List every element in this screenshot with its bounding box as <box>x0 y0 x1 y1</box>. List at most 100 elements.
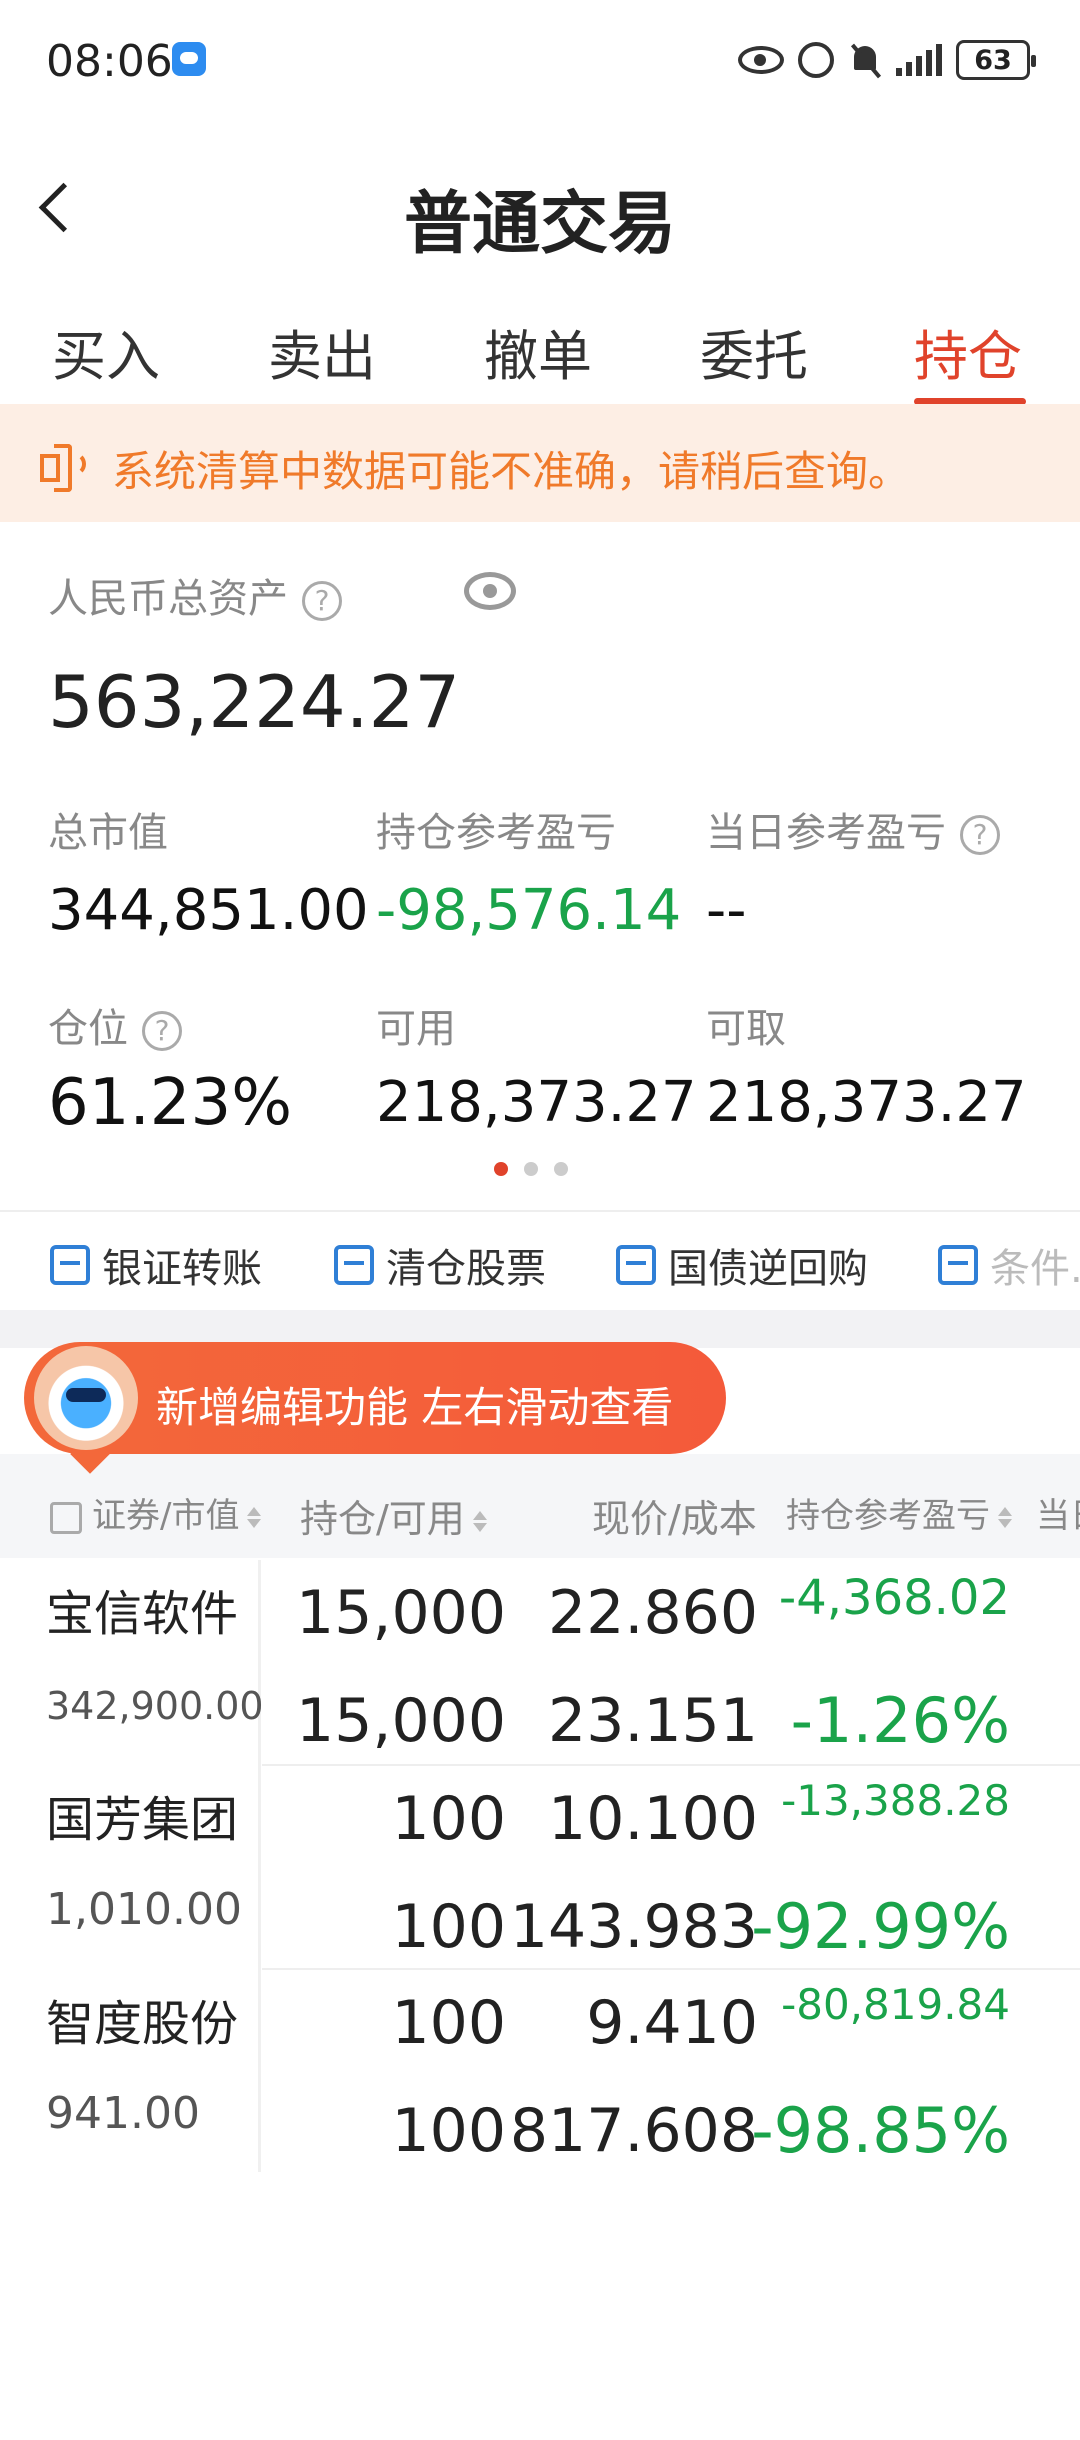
notice-text: 系统清算中数据可能不准确，请稍后查询。 <box>112 447 911 496</box>
stock-price: 10.100 <box>548 1784 758 1854</box>
stock-holding: 15,000 <box>296 1578 506 1648</box>
stock-price: 9.410 <box>586 1988 758 2058</box>
weather-app-icon <box>172 42 206 76</box>
transfer-icon <box>50 1245 90 1285</box>
edit-icon[interactable] <box>50 1501 82 1534</box>
table-header: 证券/市值 持仓/可用 现价/成本 持仓参考盈亏 当日 <box>0 1454 1080 1558</box>
visibility-toggle-icon[interactable] <box>464 572 516 610</box>
stock-pl-pct: -92.99% <box>751 1890 1010 1963</box>
conditional-order-label: 条件... <box>990 1246 1080 1292</box>
header-holding[interactable]: 持仓/可用 <box>300 1488 487 1543</box>
pager-dot <box>494 1162 508 1176</box>
header-security[interactable]: 证券/市值 <box>50 1488 262 1537</box>
market-value: 344,851.00 <box>48 878 369 943</box>
header-price[interactable]: 现价/成本 <box>592 1488 757 1543</box>
help-icon[interactable]: ? <box>302 581 342 621</box>
stock-pl: -4,368.02 <box>778 1570 1010 1626</box>
available-label: 可用 <box>376 1006 456 1052</box>
withdrawable-label: 可取 <box>706 1006 786 1052</box>
help-icon[interactable]: ? <box>142 1011 182 1051</box>
tab-cancel[interactable]: 撤单 <box>484 312 592 391</box>
stock-pl-pct: -1.26% <box>790 1684 1010 1757</box>
stock-name: 智度股份 <box>46 1996 239 2052</box>
header-holding-text: 持仓/可用 <box>300 1497 465 1541</box>
tab-buy[interactable]: 买入 <box>52 312 160 391</box>
stock-available: 15,000 <box>296 1686 506 1756</box>
speaker-icon <box>40 444 88 492</box>
position-ratio-value: 61.23% <box>48 1066 293 1140</box>
tab-sell[interactable]: 卖出 <box>268 312 376 391</box>
stock-cost: 23.151 <box>548 1686 758 1756</box>
pager-dot <box>524 1162 538 1176</box>
alarm-icon <box>798 42 834 78</box>
withdrawable-value: 218,373.27 <box>706 1070 1027 1135</box>
stock-pl-pct: -98.85% <box>751 2094 1010 2167</box>
mute-icon <box>848 42 882 78</box>
stock-market-value: 342,900.00 <box>46 1684 264 1728</box>
header-daily[interactable]: 当日 <box>1036 1488 1080 1537</box>
position-ratio-label-text: 仓位 <box>48 1006 128 1052</box>
position-pl-label: 持仓参考盈亏 <box>376 810 616 856</box>
bank-transfer-label: 银证转账 <box>102 1246 262 1292</box>
tab-positions[interactable]: 持仓 <box>914 312 1022 391</box>
page-title: 普通交易 <box>403 185 676 264</box>
total-assets-value: 563,224.27 <box>48 660 461 744</box>
stock-cost: 143.983 <box>509 1892 758 1962</box>
total-assets-label: 人民币总资产? <box>48 566 342 624</box>
table-row[interactable]: 国芳集团 1,010.00 100 100 10.100 143.983 -13… <box>0 1766 1080 1968</box>
header-pl[interactable]: 持仓参考盈亏 <box>786 1488 1012 1537</box>
stock-available: 100 <box>391 2096 506 2166</box>
divider <box>0 1210 1080 1212</box>
stock-pl: -13,388.28 <box>781 1776 1010 1825</box>
stock-name: 宝信软件 <box>46 1586 239 1642</box>
sort-icon <box>998 1506 1012 1529</box>
repo-icon <box>616 1245 656 1285</box>
status-bar: 08:06 63 <box>0 0 1080 120</box>
notice-banner: 系统清算中数据可能不准确，请稍后查询。 <box>0 404 1080 522</box>
signal-icon <box>896 44 942 76</box>
tab-orders[interactable]: 委托 <box>700 312 808 391</box>
reverse-repo-label: 国债逆回购 <box>668 1246 868 1292</box>
stock-pl: -80,819.84 <box>781 1980 1010 2029</box>
clear-stocks-label: 清仓股票 <box>386 1246 546 1292</box>
header-security-text: 证券/市值 <box>92 1496 240 1536</box>
pager-dots <box>494 1162 568 1176</box>
position-pl-value: -98,576.14 <box>376 878 682 943</box>
chart-icon <box>334 1245 374 1285</box>
header-pl-text: 持仓参考盈亏 <box>786 1496 990 1536</box>
battery-icon: 63 <box>956 40 1036 80</box>
stock-market-value: 1,010.00 <box>46 1884 242 1935</box>
stock-name: 国芳集团 <box>46 1792 239 1848</box>
bank-transfer-button[interactable]: 银证转账 <box>50 1236 262 1294</box>
stock-holding: 100 <box>391 1784 506 1854</box>
document-icon <box>938 1245 978 1285</box>
robot-mascot-icon <box>34 1346 138 1450</box>
stock-cost: 817.608 <box>509 2096 758 2166</box>
reverse-repo-button[interactable]: 国债逆回购 <box>616 1236 868 1294</box>
daily-pl-value: -- <box>706 878 747 943</box>
clear-stocks-button[interactable]: 清仓股票 <box>334 1236 546 1294</box>
eye-comfort-icon <box>738 46 784 74</box>
conditional-order-button[interactable]: 条件... <box>938 1236 1080 1294</box>
table-row[interactable]: 智度股份 941.00 100 100 9.410 817.608 -80,81… <box>0 1970 1080 2172</box>
daily-pl-label: 当日参考盈亏? <box>706 800 1000 858</box>
stock-price: 22.860 <box>548 1578 758 1648</box>
tab-bar: 买入 卖出 撤单 委托 持仓 <box>0 312 1080 405</box>
table-row[interactable]: 宝信软件 342,900.00 15,000 15,000 22.860 23.… <box>0 1560 1080 1762</box>
help-icon[interactable]: ? <box>960 815 1000 855</box>
market-value-label: 总市值 <box>48 810 168 856</box>
status-time: 08:06 <box>46 36 173 87</box>
sort-icon <box>247 1506 262 1529</box>
daily-pl-label-text: 当日参考盈亏 <box>706 810 946 856</box>
stock-available: 100 <box>391 1892 506 1962</box>
quick-actions: 银证转账 清仓股票 国债逆回购 条件... <box>0 1220 1080 1306</box>
pager-dot <box>554 1162 568 1176</box>
stock-holding: 100 <box>391 1988 506 2058</box>
stock-market-value: 941.00 <box>46 2088 200 2139</box>
total-assets-label-text: 人民币总资产 <box>48 576 288 622</box>
position-ratio-label: 仓位? <box>48 996 182 1054</box>
status-icons: 63 <box>738 38 1036 82</box>
promo-text: 新增编辑功能 左右滑动查看 <box>156 1383 674 1432</box>
sort-icon <box>472 1510 487 1533</box>
available-value: 218,373.27 <box>376 1070 697 1135</box>
